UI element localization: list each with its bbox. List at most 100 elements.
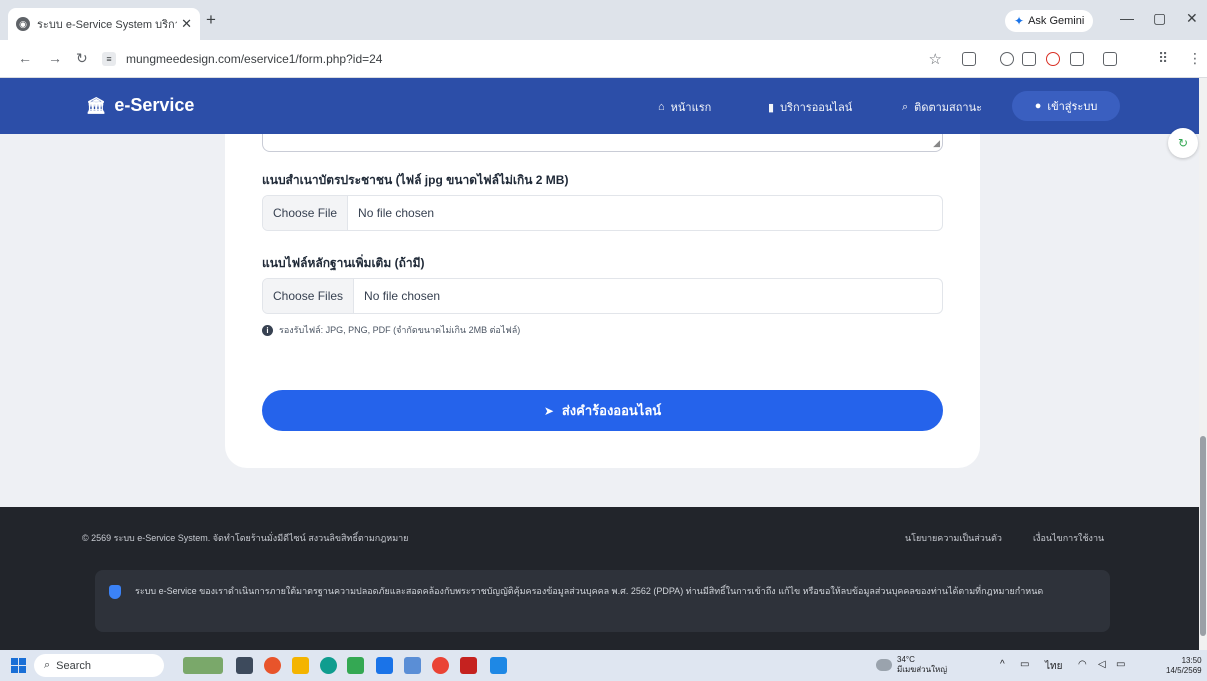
ask-gemini-button[interactable]: ✦ Ask Gemini [1005,10,1094,32]
clock-date: 14/5/2569 [1166,666,1202,675]
new-tab-button[interactable]: + [206,10,216,30]
id-card-upload-label: แนบสำเนาบัตรประชาชน (ไฟล์ jpg ขนาดไฟล์ไม… [262,173,569,187]
task-view-icon[interactable] [236,657,253,674]
globe-icon: ◉ [16,17,30,31]
notes-icon[interactable] [376,657,393,674]
form-card: ◢ แนบสำเนาบัตรประชาชน (ไฟล์ jpg ขนาดไฟล์… [225,134,980,468]
chevron-up-icon[interactable]: ^ [1000,659,1005,670]
extensions-puzzle-icon[interactable] [1070,52,1084,66]
windows-taskbar: ⌕ Search 34°C มีเมฆส่วนใหญ่ ^ ▭ ไทย ◠ ◁ … [0,650,1207,681]
weather-description: มีเมฆส่วนใหญ่ [897,665,948,674]
tab-close-button[interactable]: ✕ [181,16,192,32]
back-icon[interactable]: ← [18,50,32,66]
ask-gemini-label: Ask Gemini [1028,15,1085,27]
submit-request-button[interactable]: ➤ ส่งคำร้องออนไลน์ [262,390,943,431]
address-bar[interactable]: ≡ mungmeedesign.com/eservice1/form.php?i… [102,46,942,72]
browser-toolbar: ← → ↻ ≡ mungmeedesign.com/eservice1/form… [0,40,1207,78]
battery-icon[interactable]: ▭ [1116,659,1125,670]
temperature: 34°C [897,655,915,664]
search-icon: ⌕ [44,659,51,671]
pdpa-notice-text: ระบบ e-Service ของเราดำเนินการภายใต้มาตร… [135,586,1044,596]
login-label: เข้าสู่ระบบ [1047,101,1098,113]
search-icon: ⌕ [902,100,909,113]
choose-file-button[interactable]: Choose File [263,196,349,230]
shield-icon [109,585,121,599]
user-icon: ● [1034,100,1042,112]
info-icon: i [262,324,273,336]
line-icon[interactable] [347,657,364,674]
widgets-icon[interactable] [183,657,223,674]
document-icon: ▮ [768,101,775,114]
details-textarea[interactable]: ◢ [262,134,943,152]
extension-icon[interactable] [1046,52,1060,66]
nav-home-label: หน้าแรก [670,102,712,114]
copyright-text: © 2569 ระบบ e-Service System. จัดทำโดยร้… [82,533,409,543]
floating-refresh-icon[interactable]: ↻ [1168,128,1198,158]
network-icon[interactable]: ▭ [1020,659,1029,670]
login-button[interactable]: ● เข้าสู่ระบบ [1012,91,1120,121]
speaker-icon[interactable]: ◁ [1098,659,1106,670]
more-menu-icon[interactable]: ⋮ [1188,50,1202,67]
extension-icon[interactable] [1000,52,1014,66]
close-window-icon[interactable]: ✕ [1186,10,1198,27]
taskbar-search-label: Search [56,659,92,672]
choose-files-button[interactable]: Choose Files [263,279,355,313]
terms-link[interactable]: เงื่อนไขการใช้งาน [1033,531,1104,545]
site-footer: © 2569 ระบบ e-Service System. จัดทำโดยร้… [0,507,1199,650]
file-status: No file chosen [358,206,435,220]
weather-widget[interactable]: 34°C มีเมฆส่วนใหญ่ [876,655,947,675]
maximize-icon[interactable]: ▢ [1153,10,1166,27]
file-status: No file chosen [364,289,441,303]
id-card-file-input[interactable]: Choose File No file chosen [262,195,943,231]
extension-icon[interactable] [1022,52,1036,66]
browser-tab-strip: ◉ ระบบ e-Service System บริการออ... ✕ + … [0,0,1207,40]
nav-track-label: ติดตามสถานะ [914,102,983,114]
page-body: ◢ แนบสำเนาบัตรประชาชน (ไฟล์ jpg ขนาดไฟล์… [0,134,1199,507]
taskbar-search[interactable]: ⌕ Search [34,654,164,677]
file-type-hint: i รองรับไฟล์: JPG, PNG, PDF (จำกัดขนาดไม… [262,323,520,337]
side-panel-icon[interactable] [1103,52,1117,66]
minimize-icon[interactable]: — [1120,10,1134,26]
browser-tab[interactable]: ◉ ระบบ e-Service System บริการออ... ✕ [8,8,200,40]
wifi-icon[interactable]: ◠ [1078,659,1087,670]
profile-icon[interactable]: ⠿ [1158,50,1168,67]
clock-time: 13:50 [1181,656,1202,665]
filezilla-icon[interactable] [460,657,477,674]
paper-plane-icon: ➤ [543,403,554,418]
cloud-icon [876,659,892,671]
system-clock[interactable]: 13:50 14/5/2569 [1166,656,1202,676]
bookmark-star-icon[interactable]: ☆ [929,50,942,68]
bank-building-icon: 🏛 [86,97,107,115]
brand-name: e-Service [114,95,195,115]
file-explorer-icon[interactable] [292,657,309,674]
nav-services-label: บริการออนไลน์ [780,102,853,114]
site-settings-icon[interactable]: ≡ [102,52,116,66]
sparkle-icon: ✦ [1014,14,1025,28]
edge-icon[interactable] [320,657,337,674]
scrollbar-thumb[interactable] [1200,436,1206,636]
app-icon[interactable] [404,657,421,674]
reload-icon[interactable]: ↻ [76,50,88,67]
evidence-upload-label: แนบไฟล์หลักฐานเพิ่มเติม (ถ้ามี) [262,256,425,270]
windows-start-icon[interactable] [11,658,26,673]
tab-title: ระบบ e-Service System บริการออ... [37,19,177,31]
chrome-icon[interactable] [432,657,449,674]
site-header: 🏛 e-Service ⌂ หน้าแรก ▮ บริการออนไลน์ ⌕ … [0,78,1199,134]
home-icon: ⌂ [658,101,665,113]
file-type-hint-text: รองรับไฟล์: JPG, PNG, PDF (จำกัดขนาดไม่เ… [279,325,521,335]
extension-icon[interactable] [962,52,976,66]
app-icon[interactable] [264,657,281,674]
language-indicator[interactable]: ไทย [1045,659,1062,674]
nav-home[interactable]: ⌂ หน้าแรก [658,98,711,116]
site-brand[interactable]: 🏛 e-Service [86,95,194,116]
nav-track-status[interactable]: ⌕ ติดตามสถานะ [902,98,982,116]
pdpa-notice: ระบบ e-Service ของเราดำเนินการภายใต้มาตร… [95,570,1110,632]
resize-grip-icon[interactable]: ◢ [933,138,940,149]
page-scrollbar[interactable] [1199,78,1207,650]
submit-label: ส่งคำร้องออนไลน์ [561,403,662,418]
evidence-file-input[interactable]: Choose Files No file chosen [262,278,943,314]
privacy-policy-link[interactable]: นโยบายความเป็นส่วนตัว [905,531,1002,545]
vscode-icon[interactable] [490,657,507,674]
nav-services[interactable]: ▮ บริการออนไลน์ [768,98,852,116]
forward-icon[interactable]: → [48,50,62,66]
